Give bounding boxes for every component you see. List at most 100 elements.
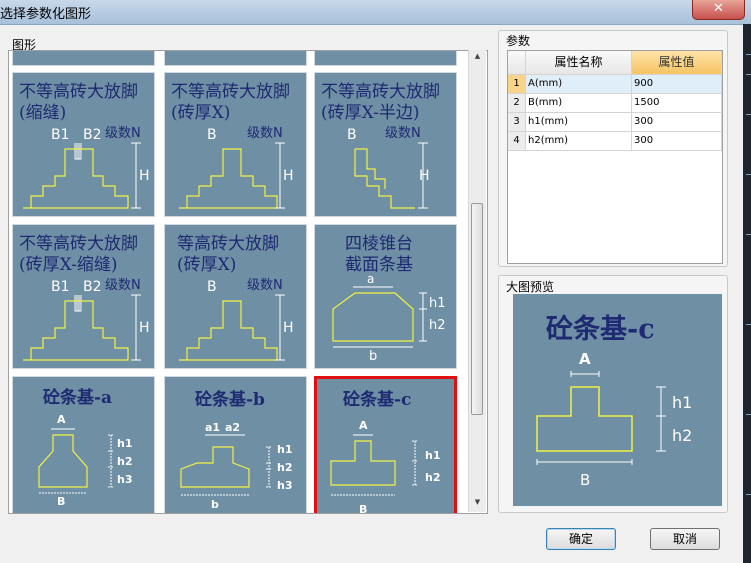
svg-text:不等高砖大放脚: 不等高砖大放脚 [171,82,290,102]
svg-text:b: b [369,349,377,364]
svg-text:B1: B1 [51,127,70,143]
svg-text:a2: a2 [225,421,240,434]
svg-text:砼条基-c: 砼条基-c [546,314,655,345]
svg-text:(砖厚X): (砖厚X) [177,255,236,275]
svg-text:h3: h3 [117,473,133,486]
svg-text:级数N: 级数N [105,126,141,141]
concrete-strip-a-drawing: 砼条基-a A h1 h2 h3 B [38,387,133,508]
gallery-tile-partial[interactable] [314,51,457,66]
equal-brick-footing-drawing: 等高砖大放脚 (砖厚X) B 级数N H [177,234,294,361]
window-title: 选择参数化图形 [0,7,92,22]
pyramid-strip-footing-drawing: 四棱锥台 截面条基 a h1 h2 b [332,234,446,364]
svg-text:级数N: 级数N [105,278,141,293]
svg-text:(砖厚X-半边): (砖厚X-半边) [321,103,420,123]
gallery-tile-pyramid-strip-footing[interactable]: 四棱锥台 截面条基 a h1 h2 b [314,224,457,369]
gallery-tile-concrete-strip-b[interactable]: 砼条基-b a1 a2 h1 h2 h3 b [164,376,307,513]
gallery-tile-concrete-strip-a[interactable]: 砼条基-a A h1 h2 h3 B [12,376,155,513]
value-cell[interactable]: 300 [632,113,722,132]
table-row[interactable]: 1 A(mm) 900 [508,75,722,94]
table-row[interactable]: 2 B(mm) 1500 [508,94,722,113]
svg-text:级数N: 级数N [247,126,283,141]
gallery-tile-equal-brick-footing[interactable]: 等高砖大放脚 (砖厚X) B 级数N H [164,224,307,369]
params-table[interactable]: 属性名称 属性值 1 A(mm) 900 2 B(mm) 1500 3 h1(m… [507,50,723,264]
preview-group-label: 大图预览 [506,280,555,294]
svg-text:(砖厚X): (砖厚X) [171,103,230,123]
svg-text:h1: h1 [672,393,692,412]
scroll-down-arrow-icon[interactable]: ▼ [469,498,486,506]
svg-text:H: H [139,320,150,336]
gallery-scrollbar[interactable]: ▲ ▼ [468,50,486,512]
params-group-label: 参数 [506,34,531,48]
scroll-thumb[interactable] [471,203,483,415]
gallery-tile-brick-footing-joint[interactable]: 不等高砖大放脚 (缩缝) B1 B2 级数N H [12,72,155,217]
preview-image: 砼条基-c A h1 h2 B [513,294,722,506]
gallery-tile-partial[interactable] [164,51,307,66]
svg-text:不等高砖大放脚: 不等高砖大放脚 [321,82,440,102]
brick-footing-joint-drawing: 不等高砖大放脚 (缩缝) B1 B2 级数N H [19,82,150,209]
svg-text:等高砖大放脚: 等高砖大放脚 [177,234,279,254]
concrete-strip-c-drawing: 砼条基-c A h1 h2 B [330,389,441,514]
header-value[interactable]: 属性值 [632,51,722,75]
svg-text:B1: B1 [51,279,70,295]
close-button[interactable]: ✕ [692,0,745,20]
svg-text:H: H [283,168,294,184]
svg-text:h2: h2 [277,461,293,474]
svg-text:B2: B2 [83,127,102,143]
svg-text:h3: h3 [277,479,293,492]
svg-text:B: B [359,503,367,514]
value-cell[interactable]: 1500 [632,94,722,113]
svg-text:截面条基: 截面条基 [345,255,413,275]
svg-text:级数N: 级数N [247,278,283,293]
table-row[interactable]: 3 h1(mm) 300 [508,113,722,132]
svg-text:h1: h1 [277,443,293,456]
gallery-tile-brick-footing-x[interactable]: 不等高砖大放脚 (砖厚X) B 级数N H [164,72,307,217]
svg-text:B: B [347,127,357,143]
brick-footing-x-drawing: 不等高砖大放脚 (砖厚X) B 级数N H [171,82,294,209]
svg-text:h1: h1 [425,449,441,462]
gallery-tile-concrete-strip-c[interactable]: 砼条基-c A h1 h2 B [314,376,457,514]
header-corner [508,51,526,75]
svg-text:四棱锥台: 四棱锥台 [345,234,413,254]
concrete-strip-c-large-drawing: 砼条基-c A h1 h2 B [536,314,692,489]
svg-text:h2: h2 [425,471,441,484]
svg-text:砼条基-a: 砼条基-a [43,387,112,408]
gallery-tile-brick-footing-half[interactable]: 不等高砖大放脚 (砖厚X-半边) B 级数N H [314,72,457,217]
svg-text:H: H [139,168,150,184]
svg-text:h1: h1 [117,437,133,450]
gallery-tile-partial[interactable] [12,51,155,66]
params-header-row: 属性名称 属性值 [508,51,722,75]
svg-text:B2: B2 [83,279,102,295]
svg-text:A: A [359,419,368,432]
value-cell[interactable]: 900 [632,75,722,94]
tile-subtitle: (缩缝) [19,103,66,123]
scroll-up-arrow-icon[interactable]: ▲ [469,52,486,60]
svg-text:h1: h1 [429,296,446,311]
svg-text:B: B [207,127,217,143]
svg-text:B: B [57,495,65,508]
svg-text:B: B [207,279,217,295]
svg-text:H: H [283,320,294,336]
svg-text:不等高砖大放脚: 不等高砖大放脚 [19,234,138,254]
svg-text:H: H [419,168,430,184]
table-row[interactable]: 4 h2(mm) 300 [508,132,722,151]
gallery-tile-brick-footing-x-joint[interactable]: 不等高砖大放脚 (砖厚X-缩缝) B1 B2 级数N H [12,224,155,369]
header-name[interactable]: 属性名称 [526,51,632,75]
svg-text:砼条基-b: 砼条基-b [195,389,265,410]
svg-text:h2: h2 [672,426,692,445]
tile-title: 不等高砖大放脚 [19,82,138,102]
background-window-edge [743,24,751,563]
ok-button[interactable]: 确定 [546,528,616,550]
svg-text:级数N: 级数N [385,126,421,141]
concrete-strip-b-drawing: 砼条基-b a1 a2 h1 h2 h3 b [180,389,293,511]
svg-text:A: A [57,413,66,426]
svg-text:A: A [579,350,591,368]
title-bar: 选择参数化图形 ✕ [0,0,751,25]
brick-footing-half-drawing: 不等高砖大放脚 (砖厚X-半边) B 级数N H [321,82,440,209]
gallery-list[interactable]: 不等高砖大放脚 (缩缝) B1 B2 级数N H 不等高砖大放脚 (砖厚X) B… [8,50,488,514]
svg-text:(砖厚X-缩缝): (砖厚X-缩缝) [19,255,118,275]
svg-text:a: a [367,272,374,286]
value-cell[interactable]: 300 [632,132,722,151]
svg-text:b: b [211,498,219,511]
cancel-button[interactable]: 取消 [650,528,720,550]
svg-text:a1: a1 [205,421,220,434]
